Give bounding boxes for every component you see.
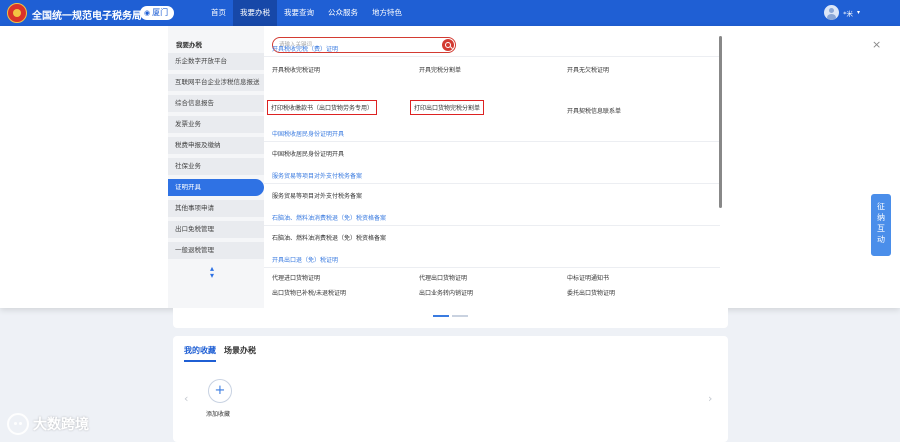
link-deed-tax-contact-sheet[interactable]: 开具契税信息联系单 <box>567 106 621 115</box>
tax-emblem-icon <box>7 3 27 23</box>
menu-item-other-applications[interactable]: 其他事项申请 <box>168 200 264 217</box>
add-favorite-label: 添加收藏 <box>206 411 231 418</box>
content-scrollbar[interactable] <box>719 36 722 208</box>
menu-item-invoice[interactable]: 发票业务 <box>168 116 264 133</box>
avatar[interactable] <box>824 5 840 20</box>
section-title-export-refund-certificate: 开具出口退（免）税证明 <box>272 257 339 264</box>
menu-item-export-exemption[interactable]: 出口免税管理 <box>168 221 264 238</box>
banner-card <box>173 308 728 328</box>
category-menu: 我要办税 乐企数字开放平台 互联网平台企业涉税信息报送 综合信息报告 发票业务 … <box>168 26 264 308</box>
carousel-dot[interactable] <box>452 315 468 317</box>
float-button-char: 纳 <box>877 213 885 222</box>
section-divider <box>264 267 720 268</box>
carousel-dot[interactable] <box>433 315 449 317</box>
favorites-card: 我的收藏 场景办税 ‹ › + 添加收藏 <box>173 336 728 442</box>
menu-item-lezai-platform[interactable]: 乐企数字开放平台 <box>168 53 264 70</box>
link-tax-residency-certificate[interactable]: 中国税收居民身份证明开具 <box>272 149 344 158</box>
menu-item-declaration[interactable]: 税费申报及缴纳 <box>168 137 264 154</box>
link-agent-export-certificate[interactable]: 代理出口货物证明 <box>419 273 467 282</box>
link-naphtha-fuel-oil-filing[interactable]: 石脑油、燃料油消费税退（免）税资格备案 <box>272 233 386 242</box>
section-title-overseas-payment: 服务贸易等项目对外支付税务备案 <box>272 173 363 180</box>
watermark: 大数跨境 <box>7 413 89 435</box>
float-button-char: 动 <box>877 235 885 244</box>
nav-public-services[interactable]: 公众服务 <box>321 0 365 26</box>
link-overseas-payment-filing[interactable]: 服务贸易等项目对外支付税务备案 <box>272 191 362 200</box>
location-pin-icon: ◉ <box>144 9 151 17</box>
scroll-down-icon[interactable]: ▴ ▾ <box>210 265 214 280</box>
chevron-left-icon[interactable]: ‹ <box>184 392 188 405</box>
tax-interaction-float-button[interactable]: 征 纳 互 动 <box>871 194 891 256</box>
favorites-tabs: 我的收藏 场景办税 <box>184 345 256 362</box>
site-title[interactable]: 全国统一规范电子税务局 <box>32 7 142 22</box>
add-favorite-button[interactable]: + <box>208 379 232 403</box>
menu-item-info-report[interactable]: 综合信息报告 <box>168 95 264 112</box>
chevron-right-icon[interactable]: › <box>708 392 712 405</box>
link-bid-certificate-notice[interactable]: 中标证明通知书 <box>567 273 609 282</box>
link-entrusted-export-certificate[interactable]: 委托出口货物证明 <box>567 288 615 297</box>
nav-tax-services[interactable]: 我要办税 <box>233 0 277 26</box>
menu-title: 我要办税 <box>176 41 202 49</box>
link-no-arrears-certificate[interactable]: 开具无欠税证明 <box>567 65 609 74</box>
watermark-text: 大数跨境 <box>33 417 89 433</box>
city-name: 厦门 <box>152 8 169 17</box>
nav-query[interactable]: 我要查询 <box>277 0 321 26</box>
services-content: 开具税收完税（费）证明 开具税收完税证明 开具完税分割单 开具无欠税证明 打印税… <box>264 36 720 282</box>
main-nav: 首页 我要办税 我要查询 公众服务 地方特色 <box>204 0 409 26</box>
link-agent-import-certificate[interactable]: 代理进口货物证明 <box>272 273 320 282</box>
nav-local-features[interactable]: 地方特色 <box>365 0 409 26</box>
float-button-char: 征 <box>877 202 885 211</box>
user-name: *米 <box>843 9 853 18</box>
link-export-tax-paid-certificate[interactable]: 出口货物已补税/未退税证明 <box>272 288 346 297</box>
city-selector[interactable]: ◉ 厦门 <box>140 6 175 20</box>
watermark-logo-icon <box>7 413 29 435</box>
section-divider <box>264 141 720 142</box>
link-export-to-domestic-certificate[interactable]: 出口业务转内销证明 <box>419 288 473 297</box>
menu-item-general-refund[interactable]: 一般退税管理 <box>168 242 264 259</box>
menu-item-certificates[interactable]: 证明开具 <box>168 179 264 196</box>
user-menu[interactable]: *米 ▾ <box>824 5 860 20</box>
float-button-char: 互 <box>877 224 885 233</box>
link-print-export-split-receipt[interactable]: 打印出口货物完税分割单 <box>410 100 485 115</box>
section-divider <box>264 56 720 57</box>
category-list: 乐企数字开放平台 互联网平台企业涉税信息报送 综合信息报告 发票业务 税费申报及… <box>168 53 264 263</box>
section-title-tax-payment-certificate: 开具税收完税（费）证明 <box>272 46 339 53</box>
close-icon[interactable]: × <box>872 39 881 50</box>
menu-item-platform-reporting[interactable]: 互联网平台企业涉税信息报送 <box>168 74 264 91</box>
link-tax-payment-certificate[interactable]: 开具税收完税证明 <box>272 65 320 74</box>
section-divider <box>264 225 720 226</box>
carousel-indicator <box>433 315 468 317</box>
link-payment-split-receipt[interactable]: 开具完税分割单 <box>419 65 461 74</box>
chevron-down-icon: ▾ <box>856 9 860 16</box>
section-title-naphtha-fuel-oil: 石脑油、燃料油消费税退（免）税资格备案 <box>272 215 387 222</box>
tab-my-favorites[interactable]: 我的收藏 <box>184 345 216 362</box>
nav-home[interactable]: 首页 <box>204 0 233 26</box>
tab-scenario-tax[interactable]: 场景办税 <box>224 345 256 362</box>
section-title-tax-residency: 中国税收居民身份证明开具 <box>272 131 345 138</box>
link-print-export-tax-payment-book[interactable]: 打印税收缴款书（出口货物劳务专用） <box>267 100 378 115</box>
top-navigation-bar: 全国统一规范电子税务局 ◉ 厦门 首页 我要办税 我要查询 公众服务 地方特色 … <box>0 0 900 26</box>
section-divider <box>264 183 720 184</box>
menu-item-social-security[interactable]: 社保业务 <box>168 158 264 175</box>
